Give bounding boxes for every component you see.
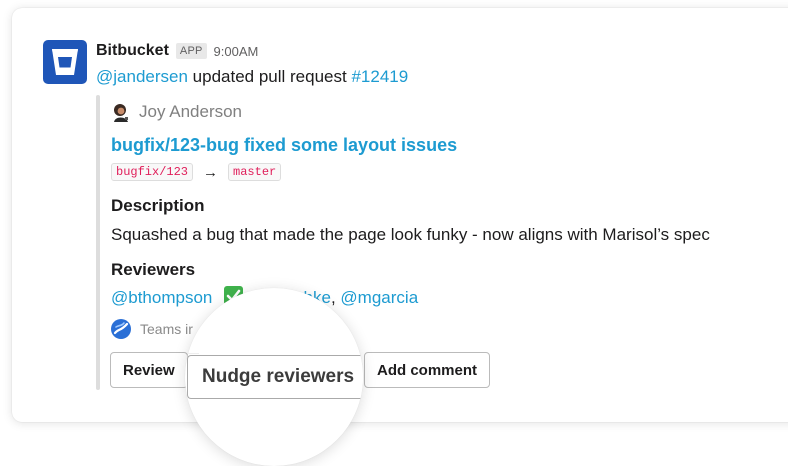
message-header: Bitbucket APP 9:00AM <box>96 40 258 62</box>
magnifier-lens: Nudge reviewers <box>185 288 363 466</box>
branch-row: bugfix/123 → master <box>111 163 282 181</box>
pr-title-link[interactable]: bugfix/123-bug fixed some layout issues <box>111 135 457 156</box>
reviewer-mention[interactable]: @bthompson <box>111 288 212 307</box>
source-branch: bugfix/123 <box>111 163 194 181</box>
message-summary: @jandersen updated pull request #12419 <box>96 67 408 87</box>
author-name: Joy Anderson <box>139 102 243 121</box>
pr-number-link[interactable]: #12419 <box>351 67 408 86</box>
description-text: Squashed a bug that made the page look f… <box>111 225 710 244</box>
timestamp[interactable]: 9:00AM <box>214 44 259 59</box>
avatar[interactable] <box>111 102 131 122</box>
teams-row: Teams ir <box>111 319 193 339</box>
actor-mention[interactable]: @jandersen <box>96 67 188 86</box>
arrow-right-icon: → <box>203 163 219 181</box>
attachment-bar <box>96 95 100 390</box>
author-row: Joy Anderson <box>111 102 242 122</box>
reviewer-mention[interactable]: @mgarcia <box>340 288 418 307</box>
app-badge: APP <box>175 43 207 59</box>
divider <box>185 353 199 354</box>
add-comment-button[interactable]: Add comment <box>364 352 491 388</box>
bitbucket-logo-icon[interactable] <box>43 40 87 84</box>
description-label: Description <box>111 196 205 215</box>
target-branch: master <box>228 163 282 181</box>
reviewers-label: Reviewers <box>111 260 196 279</box>
nudge-reviewers-button[interactable]: Nudge reviewers <box>187 355 363 399</box>
teams-icon <box>111 319 131 339</box>
reviewer-separator: , <box>330 288 341 307</box>
app-name[interactable]: Bitbucket <box>96 42 169 60</box>
review-button[interactable]: Review <box>110 352 188 388</box>
action-text: updated pull request <box>187 67 352 86</box>
teams-text: Teams ir <box>140 321 193 337</box>
